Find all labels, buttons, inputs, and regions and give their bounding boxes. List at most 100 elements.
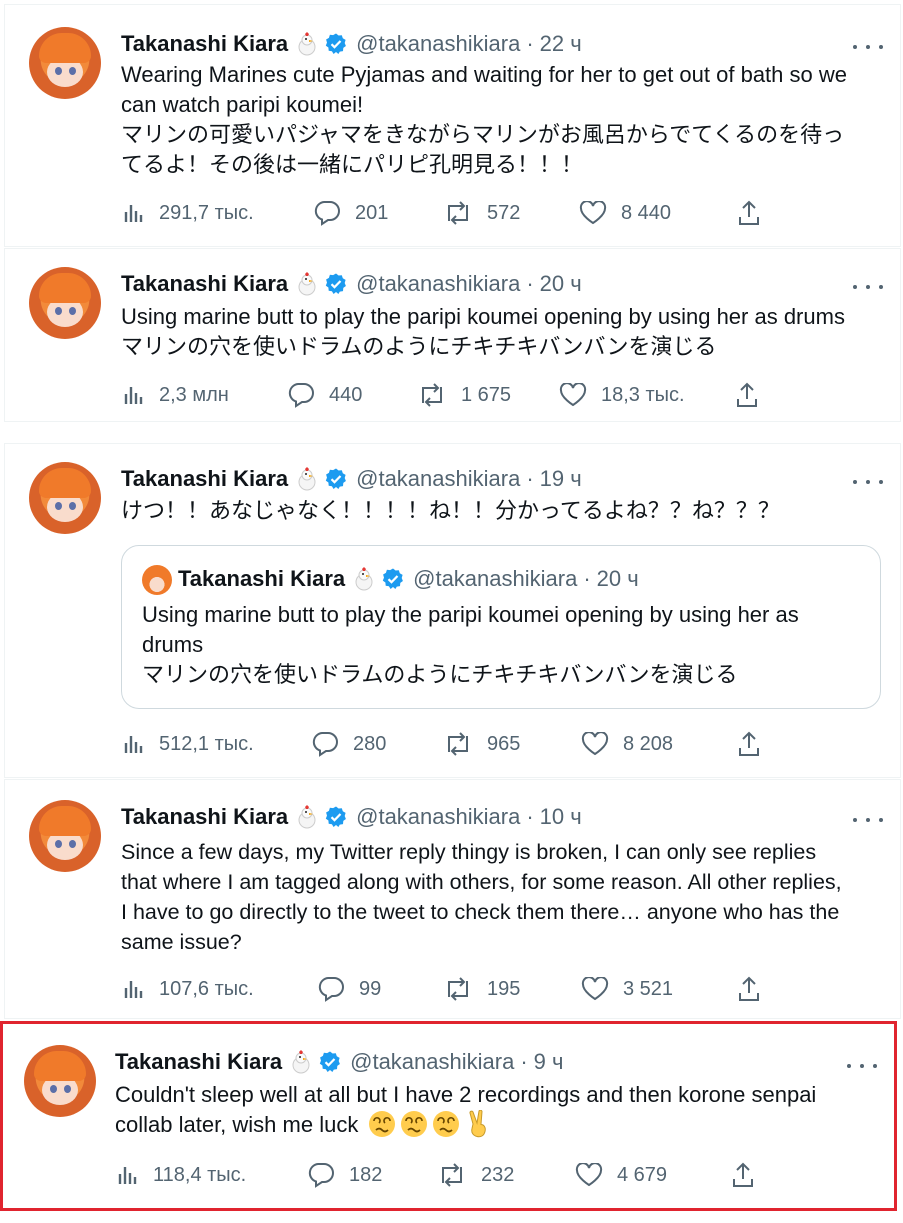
reply-button[interactable]: 99 <box>317 974 381 1004</box>
author-name[interactable]: Takanashi Kiara <box>121 271 288 297</box>
reply-count: 440 <box>329 383 363 406</box>
victory-hand-emoji <box>464 1109 492 1138</box>
verified-badge-icon <box>324 805 348 829</box>
tweet-1[interactable]: Takanashi Kiara @takanashikiara · 22 ч W… <box>4 4 901 247</box>
views-icon <box>118 1167 137 1184</box>
quoted-timestamp: 20 ч <box>596 566 639 591</box>
reply-button[interactable]: 182 <box>307 1160 382 1190</box>
retweet-button[interactable]: 232 <box>437 1160 514 1190</box>
author-handle[interactable]: @takanashikiara <box>356 466 520 492</box>
reply-count: 182 <box>349 1163 383 1186</box>
more-options-icon[interactable] <box>853 808 883 832</box>
like-button[interactable]: 18,3 тыс. <box>559 380 685 410</box>
more-options-icon[interactable] <box>853 35 883 59</box>
dizzy-face-emoji <box>400 1110 428 1138</box>
avatar[interactable] <box>29 462 101 534</box>
tweet-timestamp[interactable]: 9 ч <box>534 1049 564 1075</box>
views-count: 107,6 тыс. <box>159 977 254 1000</box>
quoted-tweet[interactable]: Takanashi Kiara @takanashikiara · 20 ч U… <box>121 545 881 709</box>
share-button[interactable] <box>731 1160 769 1190</box>
author-handle[interactable]: @takanashikiara <box>356 804 520 830</box>
chicken-emoji <box>296 272 318 296</box>
quoted-avatar <box>142 565 172 595</box>
chicken-emoji <box>296 805 318 829</box>
author-handle[interactable]: @takanashikiara <box>356 31 520 57</box>
tweet-timestamp[interactable]: 22 ч <box>540 31 582 57</box>
chicken-emoji <box>353 567 375 591</box>
views-count: 2,3 млн <box>159 383 229 406</box>
avatar[interactable] <box>29 267 101 339</box>
views-button[interactable]: 512,1 тыс. <box>123 729 254 759</box>
reply-button[interactable]: 201 <box>313 198 388 228</box>
views-button[interactable]: 118,4 тыс. <box>117 1160 246 1190</box>
share-icon <box>739 200 759 225</box>
share-button[interactable] <box>737 198 775 228</box>
separator-dot: · <box>526 466 534 491</box>
reply-icon <box>314 201 340 226</box>
dizzy-face-emoji <box>432 1110 460 1138</box>
avatar[interactable] <box>29 800 101 872</box>
reply-button[interactable]: 440 <box>287 380 362 410</box>
views-button[interactable]: 2,3 млн <box>123 380 229 410</box>
heart-icon <box>581 732 609 756</box>
tweet-3[interactable]: Takanashi Kiara @takanashikiara · 19 ч け… <box>4 443 901 778</box>
author-name[interactable]: Takanashi Kiara <box>121 31 288 57</box>
tweet-5-highlighted[interactable]: Takanashi Kiara @takanashikiara · 9 ч Co… <box>0 1021 897 1211</box>
retweet-icon <box>448 201 468 225</box>
author-handle[interactable]: @takanashikiara <box>356 271 520 297</box>
author-name[interactable]: Takanashi Kiara <box>121 466 288 492</box>
separator-dot: · <box>526 31 534 56</box>
tweet-4[interactable]: Takanashi Kiara @takanashikiara · 10 ч S… <box>4 779 901 1019</box>
share-button[interactable] <box>735 380 773 410</box>
views-button[interactable]: 107,6 тыс. <box>123 974 254 1004</box>
tweet-2[interactable]: Takanashi Kiara @takanashikiara · 20 ч U… <box>4 248 901 422</box>
reply-count: 280 <box>353 732 387 755</box>
like-button[interactable]: 8 208 <box>581 729 673 759</box>
avatar[interactable] <box>24 1045 96 1117</box>
like-count: 18,3 тыс. <box>601 383 685 406</box>
more-options-icon[interactable] <box>847 1054 877 1078</box>
like-button[interactable]: 3 521 <box>581 974 673 1004</box>
reply-count: 99 <box>359 977 382 1000</box>
author-name[interactable]: Takanashi Kiara <box>115 1049 282 1075</box>
separator-dot: · <box>520 1049 528 1074</box>
retweet-button[interactable]: 965 <box>443 729 520 759</box>
retweet-button[interactable]: 195 <box>443 974 520 1004</box>
retweet-count: 232 <box>481 1163 515 1186</box>
share-icon <box>739 731 759 756</box>
quoted-text: Using marine butt to play the paripi kou… <box>142 602 799 687</box>
chicken-emoji <box>296 467 318 491</box>
like-button[interactable]: 4 679 <box>575 1160 667 1190</box>
views-button[interactable]: 291,7 тыс. <box>123 198 254 228</box>
more-options-icon[interactable] <box>853 275 883 299</box>
tweet-timestamp[interactable]: 10 ч <box>540 804 582 830</box>
retweet-button[interactable]: 1 675 <box>417 380 511 410</box>
like-count: 8 440 <box>621 201 672 224</box>
quoted-author-name: Takanashi Kiara <box>178 566 346 591</box>
tweet-text: Wearing Marines cute Pyjamas and waiting… <box>121 62 847 177</box>
retweet-count: 195 <box>487 977 521 1000</box>
like-button[interactable]: 8 440 <box>579 198 671 228</box>
reply-icon <box>312 732 338 757</box>
reply-button[interactable]: 280 <box>311 729 386 759</box>
views-count: 512,1 тыс. <box>159 732 254 755</box>
share-icon <box>737 382 757 407</box>
avatar[interactable] <box>29 27 101 99</box>
verified-badge-icon <box>324 32 348 56</box>
tweet-timestamp[interactable]: 20 ч <box>540 271 582 297</box>
retweet-count: 965 <box>487 732 521 755</box>
tweet-timestamp[interactable]: 19 ч <box>540 466 582 492</box>
share-button[interactable] <box>737 974 775 1004</box>
author-name[interactable]: Takanashi Kiara <box>121 804 288 830</box>
more-options-icon[interactable] <box>853 470 883 494</box>
share-button[interactable] <box>737 729 775 759</box>
retweet-count: 572 <box>487 201 521 224</box>
share-icon <box>739 976 759 1001</box>
views-icon <box>124 736 143 753</box>
verified-badge-icon <box>324 272 348 296</box>
author-handle[interactable]: @takanashikiara <box>350 1049 514 1075</box>
retweet-button[interactable]: 572 <box>443 198 520 228</box>
dizzy-face-emoji <box>368 1110 396 1138</box>
retweet-icon <box>422 383 442 407</box>
like-count: 4 679 <box>617 1163 668 1186</box>
